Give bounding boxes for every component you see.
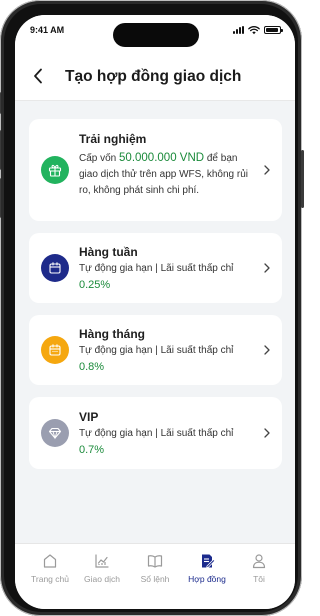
dynamic-island [113, 23, 199, 47]
chart-icon [95, 554, 109, 568]
chevron-right-icon [262, 262, 272, 274]
wifi-icon [248, 25, 260, 34]
contract-card-trial[interactable]: Trải nghiệm Cấp vốn 50.000.000 VND để bạ… [29, 119, 282, 221]
contract-title: Hàng tháng [79, 327, 145, 341]
contract-card-vip[interactable]: VIP Tự động gia hạn | Lãi suất thấp chỉ … [29, 397, 282, 469]
contract-title: VIP [79, 410, 99, 424]
contract-desc-prefix: Cấp vốn [79, 153, 120, 164]
chevron-right-icon [262, 164, 272, 176]
chevron-right-icon [262, 427, 272, 439]
status-icons [233, 25, 283, 35]
contract-rate: 0.25% [79, 279, 111, 291]
home-icon [43, 554, 57, 568]
phone-side-button [0, 130, 1, 170]
chevron-right-icon [262, 344, 272, 356]
contract-title: Trải nghiệm [79, 132, 147, 146]
phone-side-button [0, 178, 1, 218]
calendar-icon [49, 262, 61, 274]
contract-card-icon [41, 156, 69, 184]
contract-card-icon [41, 419, 69, 447]
tab-label: Sổ lệnh [140, 574, 170, 584]
contract-card-monthly[interactable]: Hàng tháng Tự động gia hạn | Lãi suất th… [29, 315, 282, 385]
contract-description: Tự động gia hạn | Lãi suất thấp chỉ [79, 263, 234, 274]
phone-bezel: 9:41 AM Tạo hợp đồng giao dịch Trải nghi… [4, 4, 298, 612]
book-icon [147, 555, 163, 568]
tab-label: Giao dịch [84, 574, 120, 584]
user-icon [252, 554, 266, 569]
contract-card-body: Trải nghiệm Cấp vốn 50.000.000 VND để bạ… [79, 131, 259, 199]
contract-icon [202, 554, 216, 569]
contract-card-icon [41, 254, 69, 282]
contract-rate: 0.7% [79, 444, 105, 456]
contract-description: Cấp vốn 50.000.000 VND để bạn giao dịch … [79, 150, 259, 199]
tab-home[interactable]: Trang chủ [22, 552, 78, 584]
app-screen: 9:41 AM Tạo hợp đồng giao dịch Trải nghi… [15, 15, 295, 609]
bottom-tab-bar: Trang chủ Giao dịch Sổ lệnh Hợp đồng Tôi [15, 543, 295, 609]
tab-label: Hợp đồng [188, 574, 226, 584]
tab-orders[interactable]: Sổ lệnh [127, 552, 183, 584]
contract-description: Tự động gia hạn | Lãi suất thấp chỉ [79, 428, 234, 439]
contract-description: Tự động gia hạn | Lãi suất thấp chỉ [79, 345, 234, 356]
back-arrow-icon [34, 68, 42, 84]
tab-profile[interactable]: Tôi [231, 552, 287, 584]
phone-side-button [0, 92, 1, 114]
back-button[interactable] [27, 65, 49, 87]
tab-label: Tôi [253, 574, 265, 584]
contract-rate: 0.8% [79, 361, 105, 373]
page-title: Tạo hợp đồng giao dịch [65, 68, 242, 85]
tab-trading[interactable]: Giao dịch [74, 552, 130, 584]
page-header: Tạo hợp đồng giao dịch [15, 51, 295, 101]
phone-frame: 9:41 AM Tạo hợp đồng giao dịch Trải nghi… [0, 0, 304, 616]
calendar-icon [49, 344, 61, 356]
phone-side-button [301, 150, 304, 208]
gift-icon [48, 164, 62, 177]
contract-card-body: VIP Tự động gia hạn | Lãi suất thấp chỉ … [79, 409, 259, 458]
status-bar: 9:41 AM [15, 15, 295, 51]
tab-label: Trang chủ [31, 574, 69, 584]
contract-card-weekly[interactable]: Hàng tuần Tự động gia hạn | Lãi suất thấ… [29, 233, 282, 303]
status-time: 9:41 AM [30, 25, 65, 35]
contract-card-body: Hàng tuần Tự động gia hạn | Lãi suất thấ… [79, 244, 259, 293]
contract-card-body: Hàng tháng Tự động gia hạn | Lãi suất th… [79, 326, 259, 375]
signal-icon [233, 26, 244, 34]
diamond-icon [48, 427, 62, 440]
tab-contracts[interactable]: Hợp đồng [179, 552, 235, 584]
contract-title: Hàng tuần [79, 245, 138, 259]
battery-icon [264, 26, 283, 34]
contract-card-icon [41, 336, 69, 364]
contract-desc-amount: 50.000.000 VND [119, 152, 205, 164]
